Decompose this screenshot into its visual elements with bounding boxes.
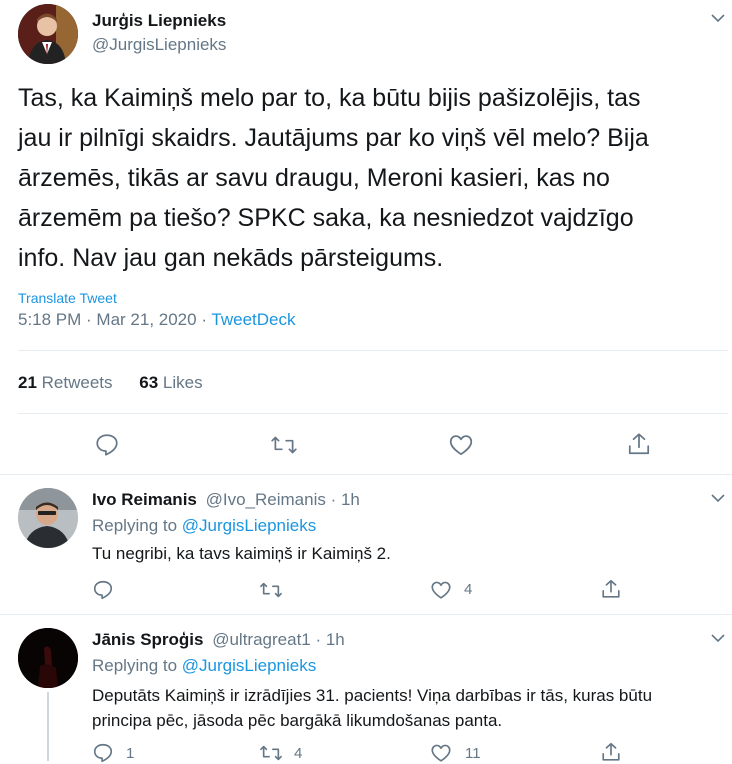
retweets-label: Retweets <box>36 373 113 392</box>
reply-avatar-photo <box>18 488 78 548</box>
share-icon[interactable] <box>626 431 652 457</box>
replying-to: Replying to @JurgisLiepnieks <box>92 656 316 676</box>
thread-line <box>47 692 49 761</box>
divider <box>18 350 728 351</box>
replying-to-handle[interactable]: @JurgisLiepnieks <box>182 656 316 675</box>
like-count: 4 <box>464 581 473 598</box>
reply-header: Ivo Reimanis @Ivo_Reimanis · 1h <box>92 490 360 510</box>
author-photo <box>18 4 78 64</box>
reply-count: 1 <box>126 745 135 762</box>
tweet-text-line: Tas, ka Kaimiņš melo par to, ka būtu bij… <box>18 84 641 112</box>
share-icon[interactable] <box>600 578 622 600</box>
tweet-timestamp[interactable]: 5:18 PM · Mar 21, 2020 · <box>18 310 211 329</box>
tweet-stats: 21 Retweets 63 Likes <box>18 373 203 393</box>
reply-text: Tu negribi, ka tavs kaimiņš ir Kaimiņš 2… <box>92 544 391 563</box>
reply-text-line: Deputāts Kaimiņš ir izrādījies 31. pacie… <box>92 686 653 705</box>
retweet-icon[interactable] <box>259 579 283 601</box>
replying-to-handle[interactable]: @JurgisLiepnieks <box>182 516 316 535</box>
likes-stat[interactable]: 63 Likes <box>139 373 202 392</box>
tweet-text-line: ārzemēm pa tiešo? SPKC saka, ka nesniedz… <box>18 204 634 232</box>
retweets-stat[interactable]: 21 Retweets <box>18 373 113 392</box>
reply-icon[interactable] <box>92 579 114 601</box>
likes-count: 63 <box>139 373 159 392</box>
retweet-count: 4 <box>294 745 303 762</box>
reply-avatar[interactable] <box>18 488 78 548</box>
replying-to: Replying to @JurgisLiepnieks <box>92 516 316 536</box>
chevron-down-icon[interactable] <box>710 630 726 646</box>
reply-author-name[interactable]: Jānis Sproģis <box>92 630 203 649</box>
tweet-meta: 5:18 PM · Mar 21, 2020 · TweetDeck <box>18 310 296 330</box>
translate-tweet-link[interactable]: Translate Tweet <box>18 290 117 306</box>
retweets-count: 21 <box>18 373 37 392</box>
divider <box>18 413 728 414</box>
reply-author-name[interactable]: Ivo Reimanis <box>92 490 197 509</box>
author-handle[interactable]: @JurgisLiepnieks <box>92 35 226 55</box>
author-name[interactable]: Jurģis Liepnieks <box>92 11 226 31</box>
reply-icon[interactable] <box>94 432 120 458</box>
like-icon[interactable] <box>448 432 474 458</box>
reply-avatar[interactable] <box>18 628 78 688</box>
reply-text: Deputāts Kaimiņš ir izrādījies 31. pacie… <box>92 683 652 733</box>
tweet-text: Tas, ka Kaimiņš melo par to, ka būtu bij… <box>18 78 649 278</box>
tweet-source-link[interactable]: TweetDeck <box>211 310 295 329</box>
replying-to-label: Replying to <box>92 656 182 675</box>
divider <box>0 474 732 475</box>
retweet-icon[interactable] <box>270 432 298 458</box>
reply-handle-time[interactable]: @Ivo_Reimanis · 1h <box>206 490 360 509</box>
chevron-down-icon[interactable] <box>710 490 726 506</box>
likes-label: Likes <box>158 373 203 392</box>
divider <box>0 614 732 615</box>
replying-to-label: Replying to <box>92 516 182 535</box>
author-avatar[interactable] <box>18 4 78 64</box>
tweet-text-line: info. Nav jau gan nekāds pārsteigums. <box>18 244 444 272</box>
reply-text-line: principa pēc, jāsoda pēc bargākā likumdo… <box>92 711 503 730</box>
tweet-text-line: ārzemēs, tikās ar savu draugu, Meroni ka… <box>18 164 610 192</box>
chevron-down-icon[interactable] <box>710 10 726 26</box>
reply-header: Jānis Sproģis @ultragreat1 · 1h <box>92 630 345 650</box>
reply-handle-time[interactable]: @ultragreat1 · 1h <box>212 630 345 649</box>
share-icon[interactable] <box>600 741 622 763</box>
tweet-text-line: jau ir pilnīgi skaidrs. Jautājums par ko… <box>18 124 649 152</box>
reply-avatar-photo <box>18 628 78 688</box>
like-count: 11 <box>465 745 481 762</box>
like-icon[interactable] <box>430 579 452 601</box>
